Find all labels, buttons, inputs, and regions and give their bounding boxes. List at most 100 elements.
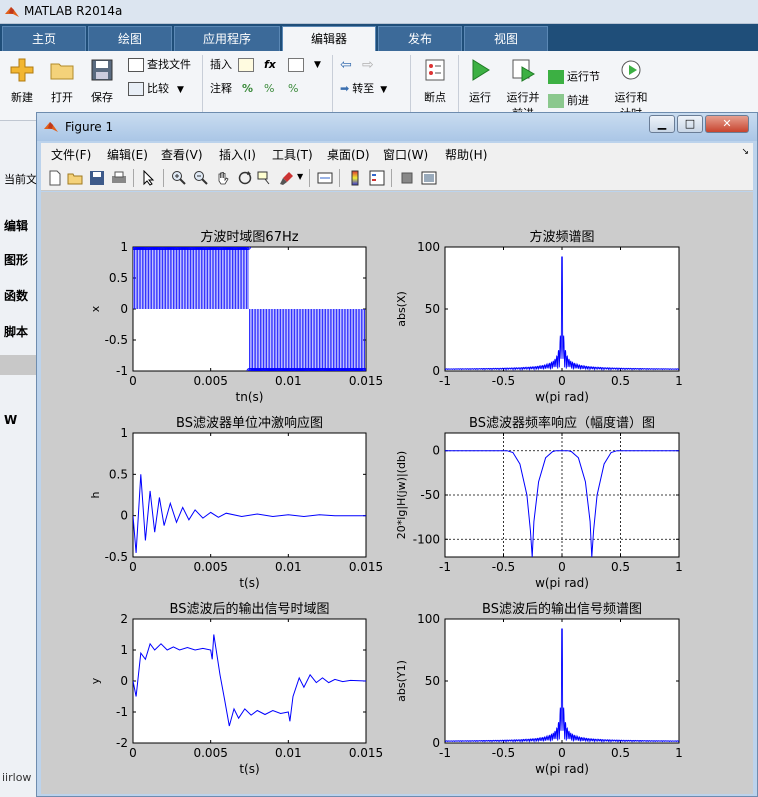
brush-icon[interactable]	[279, 170, 295, 186]
maximize-button[interactable]: □	[677, 115, 703, 133]
x-axis-label: w(pi rad)	[535, 576, 589, 590]
tab-plots[interactable]: 绘图	[88, 26, 172, 51]
menu-file[interactable]: 文件(F)	[51, 146, 91, 163]
pointer-icon[interactable]	[141, 170, 157, 186]
menu-view[interactable]: 查看(V)	[161, 146, 203, 163]
minimize-button[interactable]: ▁	[649, 115, 675, 133]
menu-edit[interactable]: 编辑(E)	[107, 146, 148, 163]
selected-row	[0, 355, 38, 375]
workspace-label[interactable]: W	[4, 413, 17, 427]
rotate-3d-icon[interactable]	[237, 170, 253, 186]
goto-button[interactable]: ➡ 转至 ▼	[340, 79, 387, 99]
tab-editor[interactable]: 编辑器	[282, 26, 376, 51]
find-files-button[interactable]: 查找文件	[128, 55, 191, 75]
x-tick-label: -1	[439, 374, 451, 388]
y-tick-label: 1	[120, 643, 128, 657]
save-button[interactable]: 保存	[80, 57, 124, 105]
insert-dropdown-icon[interactable]: ▼	[314, 55, 321, 75]
insert-section-icon[interactable]	[238, 55, 257, 75]
y-tick-label: 2	[120, 612, 128, 626]
forward-arrow-icon[interactable]: ⇨	[362, 55, 374, 75]
figure-title-bar[interactable]: Figure 1 ▁ □ ✕	[37, 113, 757, 141]
colorbar-icon[interactable]	[347, 170, 363, 186]
tab-home[interactable]: 主页	[2, 26, 86, 51]
x-tick-label: 0.01	[275, 560, 302, 574]
save-figure-icon[interactable]	[89, 170, 105, 186]
new-figure-icon[interactable]	[47, 170, 63, 186]
file-label[interactable]: iirlow	[2, 771, 31, 784]
breakpoints-icon	[425, 59, 445, 81]
close-button[interactable]: ✕	[705, 115, 749, 133]
comment-percent-icon[interactable]: %	[242, 79, 253, 99]
y-tick-label: 1	[120, 240, 128, 254]
run-section-button[interactable]: 运行节	[548, 67, 600, 87]
y-axis-label: abs(X)	[395, 291, 408, 327]
compare-button[interactable]: 比较 ▼	[128, 79, 184, 99]
x-tick-label: 1	[675, 374, 683, 388]
x-tick-label: 1	[675, 560, 683, 574]
y-axis-label: x	[89, 305, 102, 312]
y-axis-label: h	[89, 491, 102, 498]
x-tick-label: 0.01	[275, 746, 302, 760]
tab-apps[interactable]: 应用程序	[174, 26, 280, 51]
tab-publish[interactable]: 发布	[378, 26, 462, 51]
open-button[interactable]: 打开	[40, 57, 84, 105]
zoom-out-icon[interactable]	[193, 170, 209, 186]
uncomment-icon[interactable]: %	[264, 79, 274, 99]
y-tick-label: -0.5	[105, 333, 128, 347]
fx-icon[interactable]: fx	[264, 55, 276, 75]
menu-desktop[interactable]: 桌面(D)	[327, 146, 370, 163]
y-tick-label: 100	[417, 240, 440, 254]
ribbon-separator	[332, 55, 333, 117]
axes-box	[132, 432, 367, 558]
menu-tools[interactable]: 工具(T)	[272, 146, 313, 163]
data-cursor-icon[interactable]	[257, 170, 273, 186]
insert-button[interactable]: 插入	[210, 55, 232, 75]
subplot-3: 0 0.005 0.01 0.015-0.500.51BS滤波器单位冲激响应图t(s)…	[89, 415, 383, 590]
pan-hand-icon[interactable]	[215, 170, 231, 186]
new-plus-icon	[10, 58, 34, 82]
legend-icon[interactable]	[369, 170, 385, 186]
figure-menu-bar: 文件(F) 编辑(E) 查看(V) 插入(I) 工具(T) 桌面(D) 窗口(W…	[41, 143, 753, 165]
x-tick-label: 0.015	[349, 560, 383, 574]
y-tick-label: -1	[116, 705, 128, 719]
figure-canvas[interactable]: 0 0.005 0.01 0.015 -1 -0.5 0 0.5 1 方波时域图67Hz tn(s)…	[41, 192, 753, 794]
x-tick-label: 0	[558, 374, 566, 388]
x-axis-label: tn(s)	[236, 390, 264, 404]
section-functions[interactable]: 函数	[4, 287, 28, 304]
zoom-in-icon[interactable]	[171, 170, 187, 186]
open-file-icon[interactable]	[67, 170, 83, 186]
y-tick-label: 1	[120, 426, 128, 440]
ribbon-tab-bar: 主页 绘图 应用程序 编辑器 发布 视图	[0, 24, 758, 51]
new-button[interactable]: 新建	[0, 57, 44, 105]
hide-tools-icon[interactable]	[399, 170, 415, 186]
back-arrow-icon[interactable]: ⇦	[340, 55, 352, 75]
breakpoints-button[interactable]: 断点	[412, 57, 458, 105]
insert-function-icon[interactable]	[288, 55, 307, 75]
section-editor[interactable]: 编辑	[4, 217, 28, 234]
menu-help[interactable]: 帮助(H)	[445, 146, 487, 163]
section-scripts[interactable]: 脚本	[4, 323, 28, 340]
x-tick-label: 0.005	[193, 560, 227, 574]
print-figure-icon[interactable]	[111, 170, 127, 186]
goto-dropdown-icon: ▼	[380, 85, 388, 95]
brush-dropdown-icon[interactable]: ▼	[297, 172, 303, 181]
wrap-comment-icon[interactable]: %	[288, 79, 298, 99]
x-tick-label: 0	[558, 560, 566, 574]
show-tools-icon[interactable]	[421, 170, 437, 186]
y-axis-label: y	[89, 677, 102, 684]
section-graphics[interactable]: 图形	[4, 251, 28, 268]
advance-button[interactable]: 前进	[548, 91, 589, 111]
menu-window[interactable]: 窗口(W)	[383, 146, 428, 163]
comment-button[interactable]: 注释	[210, 79, 232, 99]
run-button[interactable]: 运行	[458, 57, 502, 105]
menu-insert[interactable]: 插入(I)	[219, 146, 256, 163]
save-disk-icon	[91, 59, 113, 81]
y-tick-label: 0	[120, 509, 128, 523]
y-tick-label: -100	[413, 532, 440, 546]
compare-dropdown-icon[interactable]: ▼	[177, 85, 184, 95]
tab-view[interactable]: 视图	[464, 26, 548, 51]
x-tick-label: 0.5	[611, 374, 630, 388]
link-plot-icon[interactable]	[317, 170, 333, 186]
menu-overflow-icon[interactable]: ↘	[741, 147, 749, 157]
